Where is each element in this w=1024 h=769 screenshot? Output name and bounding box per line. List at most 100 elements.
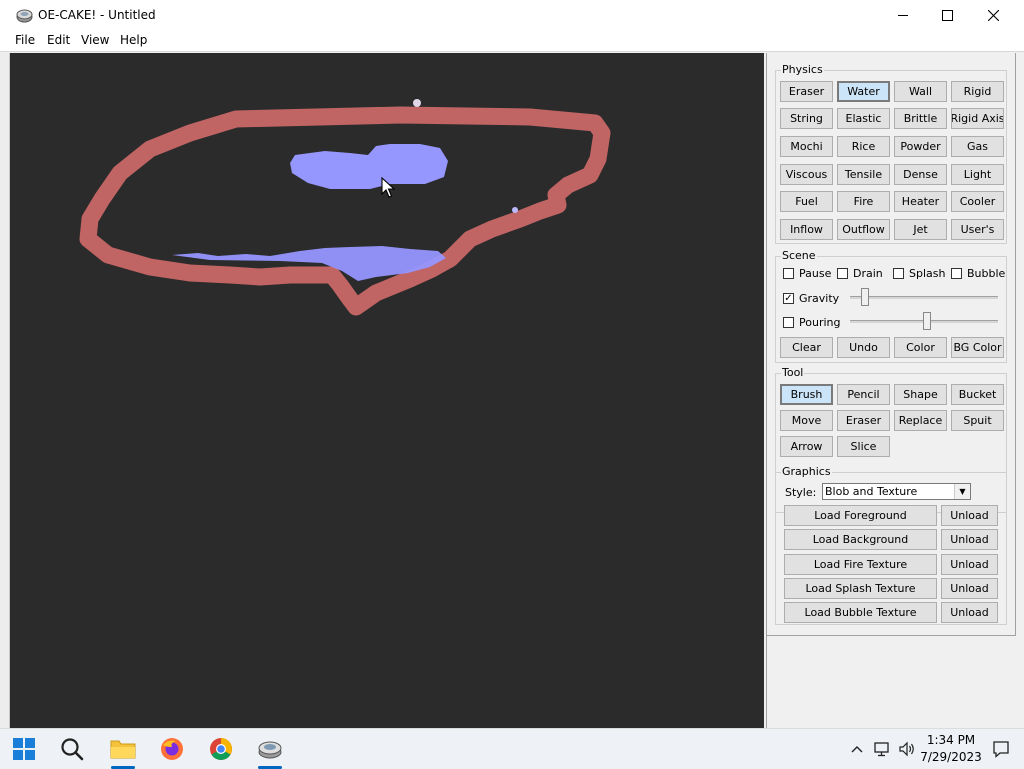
splash-label: Splash — [909, 267, 946, 280]
wall-bump — [413, 99, 421, 107]
simulation-drawing — [79, 99, 611, 316]
physics-viscous-button[interactable]: Viscous — [780, 164, 833, 185]
unload-background-button[interactable]: Unload — [941, 529, 998, 550]
tool-eraser-button[interactable]: Eraser — [837, 410, 890, 431]
load-background-button[interactable]: Load Background — [784, 529, 937, 550]
bg-color-button[interactable]: BG Color — [951, 337, 1004, 358]
panel-empty-area — [766, 636, 1024, 728]
unload-bubble-texture-button[interactable]: Unload — [941, 602, 998, 623]
physics-gas-button[interactable]: Gas — [951, 136, 1004, 157]
pouring-checkbox[interactable]: Pouring — [783, 316, 840, 329]
physics-jet-button[interactable]: Jet — [894, 219, 947, 240]
undo-button[interactable]: Undo — [837, 337, 890, 358]
unload-splash-texture-button[interactable]: Unload — [941, 578, 998, 599]
volume-icon[interactable] — [896, 729, 918, 769]
tool-bucket-button[interactable]: Bucket — [951, 384, 1004, 405]
water-droplet — [512, 207, 518, 213]
gravity-slider-thumb[interactable] — [861, 288, 869, 306]
oe-cake-taskbar-icon[interactable] — [256, 735, 284, 769]
menu-edit[interactable]: Edit — [47, 33, 70, 47]
file-explorer-icon[interactable] — [109, 735, 137, 769]
tool-arrow-button[interactable]: Arrow — [780, 436, 833, 457]
gravity-slider[interactable] — [850, 287, 998, 307]
unload-foreground-button[interactable]: Unload — [941, 505, 998, 526]
bubble-checkbox[interactable]: Bubble — [951, 267, 1005, 280]
window-title: OE-CAKE! - Untitled — [38, 8, 156, 22]
clock-date: 7/29/2023 — [920, 750, 982, 764]
tool-replace-button[interactable]: Replace — [894, 410, 947, 431]
physics-cooler-button[interactable]: Cooler — [951, 191, 1004, 212]
windows-start-icon[interactable] — [10, 735, 38, 763]
bubble-label: Bubble — [967, 267, 1006, 280]
pause-checkbox[interactable]: Pause — [783, 267, 831, 280]
physics-user-s-button[interactable]: User's — [951, 219, 1004, 240]
tool-pencil-button[interactable]: Pencil — [837, 384, 890, 405]
simulation-canvas[interactable] — [10, 53, 764, 728]
graphics-group: Graphics Style: Blob and Texture ▼ Load … — [775, 465, 1007, 625]
load-fire-texture-button[interactable]: Load Fire Texture — [784, 554, 937, 575]
physics-rigid-button[interactable]: Rigid — [951, 81, 1004, 102]
physics-dense-button[interactable]: Dense — [894, 164, 947, 185]
physics-rice-button[interactable]: Rice — [837, 136, 890, 157]
physics-mochi-button[interactable]: Mochi — [780, 136, 833, 157]
tool-slice-button[interactable]: Slice — [837, 436, 890, 457]
search-icon[interactable] — [58, 735, 86, 763]
firefox-icon[interactable] — [158, 735, 186, 763]
gravity-label: Gravity — [799, 292, 840, 305]
minimize-icon — [897, 15, 908, 16]
load-bubble-texture-button[interactable]: Load Bubble Texture — [784, 602, 937, 623]
load-splash-texture-button[interactable]: Load Splash Texture — [784, 578, 937, 599]
style-select[interactable]: Blob and Texture ▼ — [822, 483, 971, 500]
physics-fire-button[interactable]: Fire — [837, 191, 890, 212]
maximize-button[interactable] — [924, 0, 970, 31]
physics-brittle-button[interactable]: Brittle — [894, 108, 947, 129]
physics-light-button[interactable]: Light — [951, 164, 1004, 185]
show-hidden-icons-chevron-icon[interactable] — [848, 729, 866, 769]
physics-wall-button[interactable]: Wall — [894, 81, 947, 102]
network-icon[interactable] — [872, 729, 892, 769]
notifications-icon[interactable] — [990, 729, 1012, 769]
menu-help[interactable]: Help — [120, 33, 147, 47]
style-select-value: Blob and Texture — [825, 485, 918, 498]
gravity-checkbox-box: ✓ — [783, 293, 794, 304]
physics-water-button[interactable]: Water — [837, 81, 890, 102]
drain-label: Drain — [853, 267, 883, 280]
gravity-checkbox[interactable]: ✓ Gravity — [783, 292, 839, 305]
tool-brush-button[interactable]: Brush — [780, 384, 833, 405]
physics-powder-button[interactable]: Powder — [894, 136, 947, 157]
menu-file[interactable]: File — [15, 33, 35, 47]
windows-logo-icon — [13, 738, 35, 760]
pouring-slider[interactable] — [850, 311, 998, 331]
tool-move-button[interactable]: Move — [780, 410, 833, 431]
physics-heater-button[interactable]: Heater — [894, 191, 947, 212]
physics-string-button[interactable]: String — [780, 108, 833, 129]
physics-eraser-button[interactable]: Eraser — [780, 81, 833, 102]
close-button[interactable] — [970, 0, 1016, 31]
cake-icon — [258, 741, 282, 759]
minimize-button[interactable] — [880, 0, 926, 31]
menu-view[interactable]: View — [81, 33, 109, 47]
physics-inflow-button[interactable]: Inflow — [780, 219, 833, 240]
chrome-icon[interactable] — [207, 735, 235, 763]
tool-spuit-button[interactable]: Spuit — [951, 410, 1004, 431]
maximize-icon — [941, 10, 953, 21]
physics-fuel-button[interactable]: Fuel — [780, 191, 833, 212]
style-label: Style: — [785, 486, 817, 499]
firefox-logo-icon — [161, 738, 183, 760]
taskbar-clock[interactable]: 1:34 PM 7/29/2023 — [917, 732, 985, 766]
load-foreground-button[interactable]: Load Foreground — [784, 505, 937, 526]
color-button[interactable]: Color — [894, 337, 947, 358]
splash-checkbox[interactable]: Splash — [893, 267, 945, 280]
drain-checkbox[interactable]: Drain — [837, 267, 883, 280]
close-icon — [987, 10, 999, 21]
unload-fire-texture-button[interactable]: Unload — [941, 554, 998, 575]
mouse-cursor-icon — [381, 177, 396, 198]
physics-group: Physics Eraser Water Wall Rigid String Elasti… — [775, 63, 1007, 244]
tool-shape-button[interactable]: Shape — [894, 384, 947, 405]
pouring-slider-thumb[interactable] — [923, 312, 931, 330]
physics-outflow-button[interactable]: Outflow — [837, 219, 890, 240]
physics-rigid-axis-button[interactable]: Rigid Axis — [951, 108, 1004, 129]
physics-tensile-button[interactable]: Tensile — [837, 164, 890, 185]
clear-button[interactable]: Clear — [780, 337, 833, 358]
physics-elastic-button[interactable]: Elastic — [837, 108, 890, 129]
